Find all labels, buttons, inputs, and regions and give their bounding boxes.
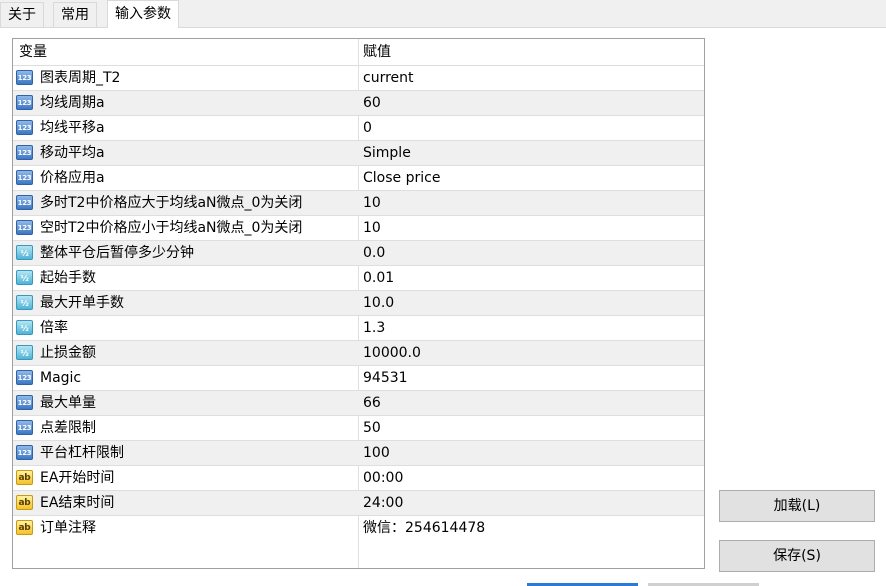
parameter-value[interactable]: 微信：254614478 [363, 516, 485, 540]
load-button[interactable]: 加载(L) [719, 490, 875, 522]
table-row[interactable]: ½ 起始手数 0.01 [13, 265, 704, 290]
parameter-name: 倍率 [40, 320, 68, 336]
double-icon: ½ [16, 345, 33, 360]
parameter-value[interactable]: Close price [363, 166, 440, 190]
parameters-table: 变量 赋值 123 图表周期_T2 current 123 均线周期a 60 123 均线平移… [12, 38, 705, 569]
parameter-name: 最大单量 [40, 395, 96, 411]
save-button[interactable]: 保存(S) [719, 540, 875, 572]
parameter-value[interactable]: 60 [363, 91, 381, 115]
integer-icon: 123 [16, 145, 33, 160]
table-row[interactable]: 123 点差限制 50 [13, 415, 704, 440]
parameter-name: 空时T2中价格应小于均线aN微点_0为关闭 [40, 220, 303, 236]
column-header-value[interactable]: 赋值 [363, 39, 391, 65]
parameter-value[interactable]: 50 [363, 416, 381, 440]
table-row[interactable]: 123 最大单量 66 [13, 390, 704, 415]
parameter-value[interactable]: 0 [363, 116, 372, 140]
parameter-value[interactable]: 10 [363, 216, 381, 240]
integer-icon: 123 [16, 170, 33, 185]
parameter-value[interactable]: 1.3 [363, 316, 385, 340]
integer-icon: 123 [16, 220, 33, 235]
table-row[interactable]: 123 平台杠杆限制 100 [13, 440, 704, 465]
double-icon: ½ [16, 295, 33, 310]
table-row[interactable]: 123 均线周期a 60 [13, 90, 704, 115]
parameter-value[interactable]: Simple [363, 141, 411, 165]
integer-icon: 123 [16, 445, 33, 460]
table-row[interactable]: 123 Magic 94531 [13, 365, 704, 390]
parameter-value[interactable]: 10.0 [363, 291, 394, 315]
parameter-value[interactable]: 24:00 [363, 491, 403, 515]
parameter-value[interactable]: 10 [363, 191, 381, 215]
table-header: 变量 赋值 [13, 39, 704, 65]
column-header-variable[interactable]: 变量 [19, 39, 47, 65]
parameter-value[interactable]: 00:00 [363, 466, 403, 490]
parameter-name: EA开始时间 [40, 470, 115, 486]
table-row[interactable]: ab EA开始时间 00:00 [13, 465, 704, 490]
double-icon: ½ [16, 270, 33, 285]
parameter-name: EA结束时间 [40, 495, 115, 511]
integer-icon: 123 [16, 395, 33, 410]
integer-icon: 123 [16, 70, 33, 85]
table-row[interactable]: ab 订单注释 微信：254614478 [13, 515, 704, 540]
parameter-value[interactable]: 10000.0 [363, 341, 421, 365]
parameter-name: 最大开单手数 [40, 295, 124, 311]
tab-common[interactable]: 常用 [53, 2, 97, 27]
double-icon: ½ [16, 245, 33, 260]
table-row[interactable]: 123 价格应用a Close price [13, 165, 704, 190]
table-row[interactable]: ½ 整体平仓后暂停多少分钟 0.0 [13, 240, 704, 265]
integer-icon: 123 [16, 370, 33, 385]
parameter-name: 均线周期a [40, 95, 105, 111]
table-row[interactable]: ½ 止损金额 10000.0 [13, 340, 704, 365]
table-row[interactable]: 123 均线平移a 0 [13, 115, 704, 140]
string-icon: ab [16, 495, 33, 510]
table-row[interactable]: 123 移动平均a Simple [13, 140, 704, 165]
integer-icon: 123 [16, 95, 33, 110]
parameter-name: 止损金额 [40, 345, 96, 361]
parameter-name: Magic [40, 370, 82, 386]
parameter-name: 价格应用a [40, 170, 105, 186]
table-row[interactable]: ½ 最大开单手数 10.0 [13, 290, 704, 315]
string-icon: ab [16, 470, 33, 485]
table-row[interactable]: 123 空时T2中价格应小于均线aN微点_0为关闭 10 [13, 215, 704, 240]
integer-icon: 123 [16, 120, 33, 135]
parameter-name: 移动平均a [40, 145, 105, 161]
parameter-value[interactable]: 94531 [363, 366, 408, 390]
parameter-name: 点差限制 [40, 420, 96, 436]
parameter-value[interactable]: 100 [363, 441, 390, 465]
parameter-value[interactable]: 0.0 [363, 241, 385, 265]
parameter-name: 整体平仓后暂停多少分钟 [40, 245, 194, 261]
table-row[interactable]: ½ 倍率 1.3 [13, 315, 704, 340]
parameter-name: 均线平移a [40, 120, 105, 136]
tab-about[interactable]: 关于 [0, 2, 44, 27]
parameter-name: 订单注释 [40, 520, 96, 536]
parameter-value[interactable]: 66 [363, 391, 381, 415]
tab-bar: 关于 常用 输入参数 [0, 0, 886, 28]
double-icon: ½ [16, 320, 33, 335]
parameter-value[interactable]: current [363, 66, 414, 90]
integer-icon: 123 [16, 420, 33, 435]
string-icon: ab [16, 520, 33, 535]
table-row[interactable]: 123 图表周期_T2 current [13, 65, 704, 90]
parameter-name: 图表周期_T2 [40, 70, 121, 86]
table-row[interactable]: 123 多时T2中价格应大于均线aN微点_0为关闭 10 [13, 190, 704, 215]
parameter-name: 多时T2中价格应大于均线aN微点_0为关闭 [40, 195, 303, 211]
parameter-name: 起始手数 [40, 270, 96, 286]
parameter-name: 平台杠杆限制 [40, 445, 124, 461]
integer-icon: 123 [16, 195, 33, 210]
tab-inputs[interactable]: 输入参数 [107, 0, 179, 28]
table-row[interactable]: ab EA结束时间 24:00 [13, 490, 704, 515]
parameter-value[interactable]: 0.01 [363, 266, 394, 290]
